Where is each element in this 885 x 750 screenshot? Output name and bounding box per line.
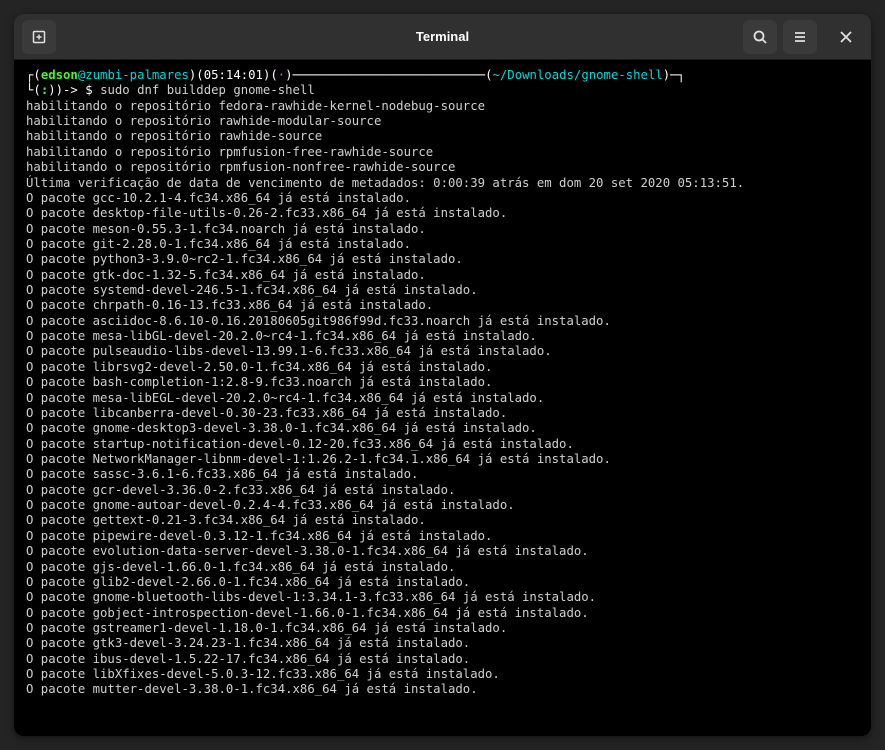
output-line: O pacote gnome-desktop3-devel-3.38.0-1.f… xyxy=(26,421,859,436)
output-line: O pacote gstreamer1-devel-1.18.0-1.fc34.… xyxy=(26,621,859,636)
output-line: O pacote evolution-data-server-devel-3.3… xyxy=(26,544,859,559)
output-line: O pacote glib2-devel-2.66.0-1.fc34.x86_6… xyxy=(26,575,859,590)
output-line: O pacote gnome-autoar-devel-0.2.4-4.fc33… xyxy=(26,498,859,513)
output-line: O pacote bash-completion-1:2.8-9.fc33.no… xyxy=(26,375,859,390)
output-line: O pacote mesa-libEGL-devel-20.2.0~rc4-1.… xyxy=(26,391,859,406)
output-line: O pacote chrpath-0.16-13.fc33.x86_64 já … xyxy=(26,298,859,313)
output-line: habilitando o repositório rawhide-modula… xyxy=(26,114,859,129)
command-text: sudo dnf builddep gnome-shell xyxy=(100,83,315,97)
output-container: habilitando o repositório fedora-rawhide… xyxy=(26,99,859,698)
output-line: O pacote sassc-3.6.1-6.fc33.x86_64 já es… xyxy=(26,467,859,482)
search-icon xyxy=(752,29,768,45)
new-tab-button[interactable] xyxy=(22,20,56,54)
output-line: habilitando o repositório rawhide-source xyxy=(26,129,859,144)
output-line: O pacote gnome-bluetooth-libs-devel-1:3.… xyxy=(26,590,859,605)
output-line: O pacote libXfixes-devel-5.0.3-12.fc33.x… xyxy=(26,667,859,682)
output-line: O pacote gcr-devel-3.36.0-2.fc33.x86_64 … xyxy=(26,483,859,498)
output-line: O pacote ibus-devel-1.5.22-17.fc34.x86_6… xyxy=(26,652,859,667)
output-line: Última verificação de data de vencimento… xyxy=(26,176,859,191)
titlebar: Terminal xyxy=(14,14,871,60)
output-line: habilitando o repositório rpmfusion-free… xyxy=(26,145,859,160)
output-line: O pacote python3-3.9.0~rc2-1.fc34.x86_64… xyxy=(26,252,859,267)
output-line: O pacote gcc-10.2.1-4.fc34.x86_64 já est… xyxy=(26,191,859,206)
output-line: O pacote meson-0.55.3-1.fc34.noarch já e… xyxy=(26,222,859,237)
output-line: O pacote gobject-introspection-devel-1.6… xyxy=(26,606,859,621)
output-line: O pacote asciidoc-8.6.10-0.16.20180605gi… xyxy=(26,314,859,329)
window-title: Terminal xyxy=(416,29,469,44)
output-line: O pacote gjs-devel-1.66.0-1.fc34.x86_64 … xyxy=(26,560,859,575)
close-icon xyxy=(839,30,853,44)
prompt-line-2: └(:))-> $ sudo dnf builddep gnome-shell xyxy=(26,83,859,98)
output-line: O pacote git-2.28.0-1.fc34.x86_64 já est… xyxy=(26,237,859,252)
search-button[interactable] xyxy=(743,20,777,54)
hamburger-icon xyxy=(792,29,808,45)
close-button[interactable] xyxy=(829,20,863,54)
new-tab-icon xyxy=(31,29,47,45)
output-line: habilitando o repositório fedora-rawhide… xyxy=(26,99,859,114)
output-line: habilitando o repositório rpmfusion-nonf… xyxy=(26,160,859,175)
output-line: O pacote pipewire-devel-0.3.12-1.fc34.x8… xyxy=(26,529,859,544)
output-line: O pacote desktop-file-utils-0.26-2.fc33.… xyxy=(26,206,859,221)
output-line: O pacote libcanberra-devel-0.30-23.fc33.… xyxy=(26,406,859,421)
output-line: O pacote pulseaudio-libs-devel-13.99.1-6… xyxy=(26,344,859,359)
output-line: O pacote systemd-devel-246.5-1.fc34.x86_… xyxy=(26,283,859,298)
menu-button[interactable] xyxy=(783,20,817,54)
output-line: O pacote gtk-doc-1.32-5.fc34.x86_64 já e… xyxy=(26,268,859,283)
output-line: O pacote startup-notification-devel-0.12… xyxy=(26,437,859,452)
prompt-line-1: ┌(edson@zumbi-palmares)(05:14:01)(·)────… xyxy=(26,68,859,83)
output-line: O pacote mesa-libGL-devel-20.2.0~rc4-1.f… xyxy=(26,329,859,344)
terminal-output[interactable]: ┌(edson@zumbi-palmares)(05:14:01)(·)────… xyxy=(14,60,871,736)
terminal-window: Terminal xyxy=(14,14,871,736)
output-line: O pacote gettext-0.21-3.fc34.x86_64 já e… xyxy=(26,513,859,528)
output-line: O pacote gtk3-devel-3.24.23-1.fc34.x86_6… xyxy=(26,636,859,651)
output-line: O pacote mutter-devel-3.38.0-1.fc34.x86_… xyxy=(26,682,859,697)
output-line: O pacote NetworkManager-libnm-devel-1:1.… xyxy=(26,452,859,467)
output-line: O pacote librsvg2-devel-2.50.0-1.fc34.x8… xyxy=(26,360,859,375)
